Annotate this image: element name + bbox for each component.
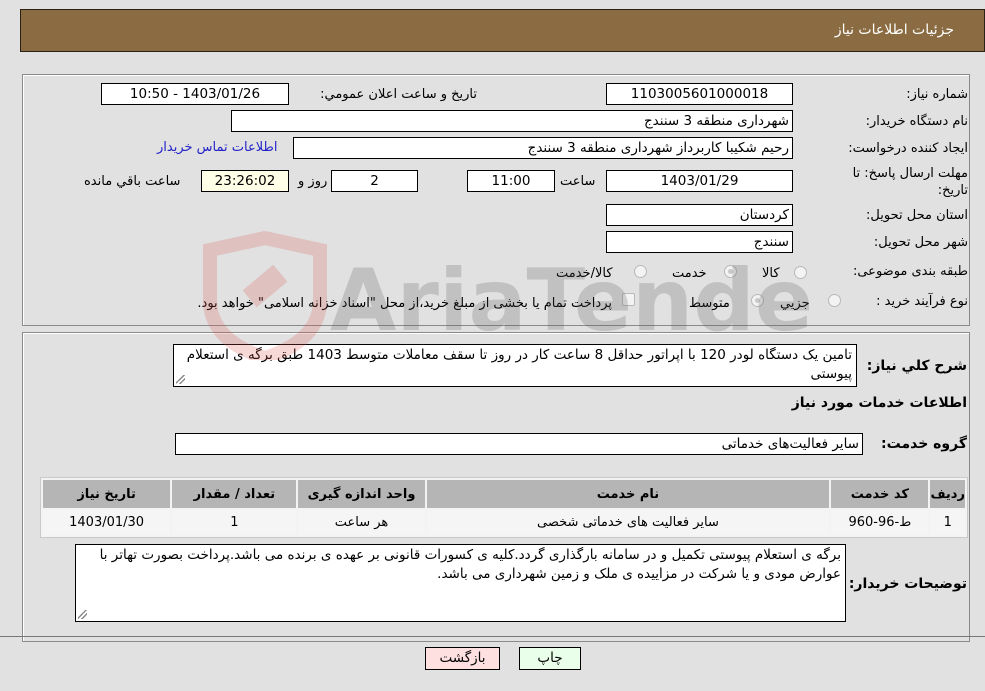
purchase-minor-radio[interactable] xyxy=(828,294,841,307)
page-title: جزئیات اطلاعات نیاز xyxy=(834,22,954,38)
description-text: تامین یک دستگاه لودر 120 با اپراتور حداق… xyxy=(186,347,852,382)
need-number-label: شماره نیاز: xyxy=(906,87,968,102)
announce-datetime-label: تاریخ و ساعت اعلان عمومي: xyxy=(320,87,477,102)
cell-unit: هر ساعت xyxy=(298,510,425,535)
treasury-bonds-checkbox[interactable] xyxy=(622,293,635,306)
cell-service-name: سایر فعالیت های خدماتی شخصی xyxy=(426,510,830,535)
resize-grip-icon[interactable] xyxy=(78,610,87,619)
buyer-notes-label: توضيحات خريدار: xyxy=(848,576,967,592)
buyer-contact-link[interactable]: اطلاعات تماس خريدار xyxy=(157,140,277,155)
buyer-notes-textarea[interactable]: برگه ی استعلام پیوستی تکمیل و در سامانه … xyxy=(75,544,846,622)
buyer-org-label: نام دستگاه خريدار: xyxy=(865,114,968,129)
remaining-time-field: 23:26:02 xyxy=(201,170,289,192)
table-header-row: رديف کد خدمت نام خدمت واحد اندازه گیری ت… xyxy=(43,480,965,508)
cell-need-date: 1403/01/30 xyxy=(43,510,171,535)
col-unit: واحد اندازه گیری xyxy=(298,480,425,508)
category-goods-label: کالا xyxy=(762,266,780,281)
purchase-minor-label: جزيي xyxy=(780,296,810,311)
services-table: رديف کد خدمت نام خدمت واحد اندازه گیری ت… xyxy=(40,477,968,538)
treasury-bonds-label: پرداخت تمام یا بخشی از مبلغ خرید،از محل … xyxy=(197,296,612,311)
category-service-radio[interactable] xyxy=(724,265,737,278)
category-goods-radio[interactable] xyxy=(794,266,807,279)
requester-field: رحیم شکیبا کاربرداز شهرداری منطقه 3 سنند… xyxy=(293,137,793,159)
purchase-medium-label: متوسط xyxy=(689,296,730,311)
category-goods-service-label: کالا/خدمت xyxy=(556,266,613,281)
col-quantity: تعداد / مقدار xyxy=(172,480,297,508)
page-header: جزئیات اطلاعات نیاز xyxy=(20,9,985,52)
announce-datetime-field: 1403/01/26 - 10:50 xyxy=(101,83,289,105)
category-goods-service-radio[interactable] xyxy=(634,265,647,278)
city-label: شهر محل تحويل: xyxy=(873,235,968,250)
deadline-date-field: 1403/01/29 xyxy=(606,170,793,192)
description-label: شرح کلي نياز: xyxy=(866,358,967,374)
description-textarea[interactable]: تامین یک دستگاه لودر 120 با اپراتور حداق… xyxy=(173,344,857,387)
city-field: سنندج xyxy=(606,231,793,253)
remaining-days-field: 2 xyxy=(331,170,418,192)
cell-quantity: 1 xyxy=(172,510,297,535)
days-label: روز و xyxy=(298,174,328,189)
col-need-date: تاريخ نياز xyxy=(43,480,171,508)
service-group-label: گروه خدمت: xyxy=(881,436,967,452)
cell-service-code: ط-96-960 xyxy=(831,510,929,535)
deadline-time-label: ساعت xyxy=(560,174,596,189)
purchase-medium-radio[interactable] xyxy=(751,294,764,307)
cell-row-number: 1 xyxy=(930,510,965,535)
category-label: طبقه بندی موضوعی: xyxy=(852,264,968,279)
buyer-org-field: شهرداری منطقه 3 سنندج xyxy=(231,110,793,132)
deadline-label: مهلت ارسال پاسخ: تا تاریخ: xyxy=(852,166,968,198)
col-service-code: کد خدمت xyxy=(831,480,929,508)
remaining-time-label: ساعت باقي مانده xyxy=(84,174,181,189)
category-service-label: خدمت xyxy=(672,266,707,281)
services-section-title: اطلاعات خدمات مورد نياز xyxy=(791,395,967,411)
back-button[interactable]: بازگشت xyxy=(425,647,500,670)
col-service-name: نام خدمت xyxy=(426,480,830,508)
footer-divider xyxy=(0,636,985,637)
table-row: 1 ط-96-960 سایر فعالیت های خدماتی شخصی ه… xyxy=(43,510,965,535)
resize-grip-icon[interactable] xyxy=(176,375,185,384)
province-field: کردستان xyxy=(606,204,793,226)
requester-label: ايجاد کننده درخواست: xyxy=(848,141,968,156)
deadline-time-field: 11:00 xyxy=(467,170,555,192)
need-number-field: 1103005601000018 xyxy=(606,83,793,105)
province-label: استان محل تحويل: xyxy=(866,208,968,223)
print-button[interactable]: چاپ xyxy=(519,647,581,670)
buyer-notes-text: برگه ی استعلام پیوستی تکمیل و در سامانه … xyxy=(99,547,841,582)
col-row-number: رديف xyxy=(930,480,965,508)
purchase-type-label: نوع فرآيند خريد : xyxy=(876,294,968,309)
service-group-field: سایر فعالیت‌های خدماتی xyxy=(175,433,863,455)
